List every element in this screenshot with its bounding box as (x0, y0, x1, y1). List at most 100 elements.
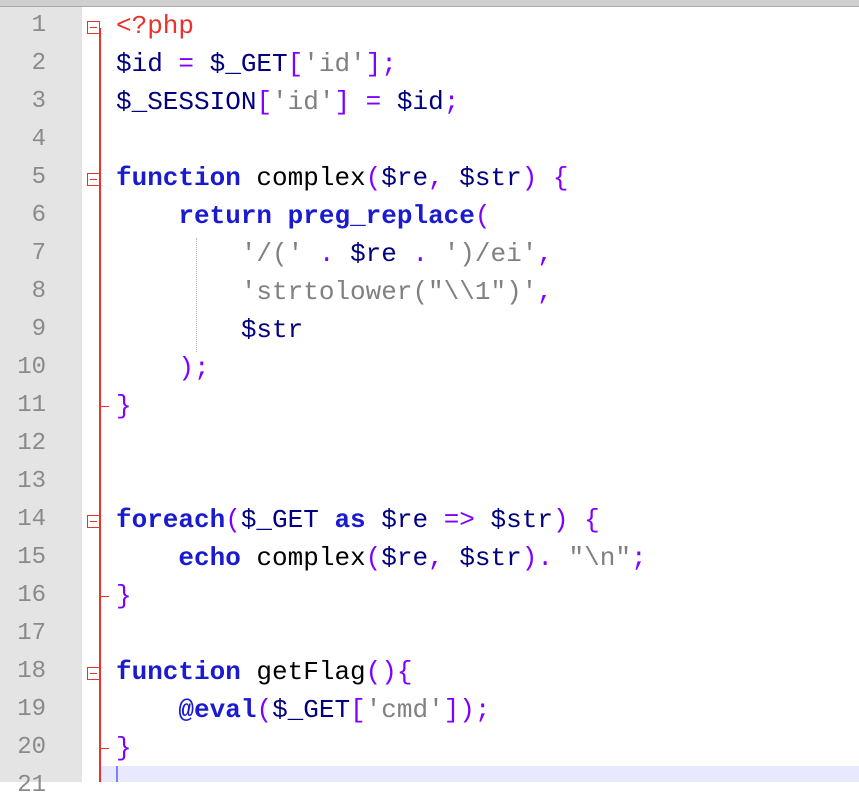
line-number: 19 (17, 696, 46, 723)
code-line[interactable]: 12 (0, 425, 859, 463)
code-line[interactable]: 13 (0, 463, 859, 501)
line-number: 14 (17, 506, 46, 533)
code-token: ( (474, 201, 491, 231)
fold-toggle-icon[interactable] (87, 173, 100, 186)
code-token: } (116, 733, 132, 763)
code-line[interactable]: 14 foreach($_GET as $re => $str) { (0, 501, 859, 539)
line-number: 8 (31, 278, 46, 305)
code-token: <?php (116, 11, 195, 41)
code-text[interactable]: function complex($re, $str) { (116, 159, 569, 197)
code-token: as (334, 505, 366, 535)
code-line[interactable]: 16} (0, 577, 859, 615)
code-line[interactable]: 7 '/(' . $re . ')/ei', (0, 235, 859, 273)
tab-bar-edge (0, 0, 859, 7)
code-text[interactable]: $_SESSION['id'] = $id; (116, 83, 459, 121)
code-token: $re (381, 543, 429, 573)
code-token: . (396, 239, 444, 269)
code-token: [ (287, 49, 304, 79)
code-line[interactable]: 2 $id = $_GET['id']; (0, 45, 859, 83)
code-text[interactable]: } (116, 577, 132, 615)
line-number: 7 (31, 240, 46, 267)
line-number: 10 (17, 354, 46, 381)
code-line[interactable]: 9 $str (0, 311, 859, 349)
code-line[interactable]: 19 @eval($_GET['cmd']); (0, 691, 859, 729)
code-text[interactable]: $id = $_GET['id']; (116, 45, 397, 83)
code-token: = (162, 49, 210, 79)
fold-end-marker (100, 406, 109, 407)
code-token: ]); (443, 695, 491, 725)
line-number: 15 (17, 544, 46, 571)
line-number: 17 (17, 620, 46, 647)
code-token: => (428, 505, 491, 535)
code-text[interactable]: foreach($_GET as $re => $str) { (116, 501, 600, 539)
code-token: ; (443, 87, 460, 117)
code-token: ; (630, 543, 647, 573)
code-line[interactable]: 17 (0, 615, 859, 653)
code-token: [ (350, 695, 366, 725)
code-token: ). (521, 543, 569, 573)
code-line[interactable]: 4 (0, 121, 859, 159)
code-token: ) { (521, 163, 569, 193)
line-number: 4 (31, 126, 46, 153)
code-line[interactable]: 5 function complex($re, $str) { (0, 159, 859, 197)
code-line[interactable]: 10 ); (0, 349, 859, 387)
code-token: (){ (365, 657, 413, 687)
code-line[interactable]: 11} (0, 387, 859, 425)
code-text[interactable]: <?php (116, 7, 194, 45)
code-token: function (116, 657, 241, 687)
code-token: [ (256, 87, 273, 117)
code-text[interactable]: return preg_replace( (116, 197, 491, 235)
code-token: 'id' (272, 87, 335, 117)
code-text[interactable]: $str (116, 311, 303, 349)
code-token: $str (490, 505, 553, 535)
code-token: return (178, 201, 273, 231)
code-token: @ (178, 695, 195, 725)
code-text[interactable]: } (116, 729, 132, 767)
code-token: function (116, 163, 241, 193)
code-token: $_GET (272, 695, 351, 725)
line-number: 11 (17, 392, 46, 419)
line-number: 18 (17, 658, 46, 685)
code-token: getFlag (240, 657, 366, 687)
fold-toggle-icon[interactable] (87, 21, 100, 34)
code-text[interactable]: echo complex($re, $str). "\n"; (116, 539, 647, 577)
code-text[interactable]: 'strtolower("\\1")', (116, 273, 553, 311)
code-token: } (116, 581, 132, 611)
code-token: eval (194, 695, 257, 725)
code-token: , (537, 277, 553, 307)
line-number: 3 (31, 88, 46, 115)
code-token: "\n" (568, 543, 631, 573)
code-token: $id (396, 87, 444, 117)
code-text[interactable]: function getFlag(){ (116, 653, 412, 691)
code-token: $id (116, 49, 163, 79)
code-text[interactable]: ); (116, 349, 210, 387)
line-number: 12 (17, 430, 46, 457)
code-token: ] = (334, 87, 397, 117)
code-line[interactable]: 6 return preg_replace( (0, 197, 859, 235)
code-line[interactable]: 21 (0, 767, 859, 805)
code-token: , (428, 543, 460, 573)
code-token: ); (178, 353, 210, 383)
code-line[interactable]: 8 'strtolower("\\1")', (0, 273, 859, 311)
line-number: 16 (17, 582, 46, 609)
code-token: 'strtolower("\\1")' (240, 277, 538, 307)
code-line[interactable]: 15 echo complex($re, $str). "\n"; (0, 539, 859, 577)
line-number: 6 (31, 202, 46, 229)
code-line[interactable]: 1 <?php (0, 7, 859, 45)
code-token: ( (365, 163, 382, 193)
code-line[interactable]: 3 $_SESSION['id'] = $id; (0, 83, 859, 121)
line-number: 20 (17, 734, 46, 761)
code-line[interactable]: 18 function getFlag(){ (0, 653, 859, 691)
code-line[interactable]: 20} (0, 729, 859, 767)
code-text[interactable]: '/(' . $re . ')/ei', (116, 235, 553, 273)
code-text[interactable]: @eval($_GET['cmd']); (116, 691, 491, 729)
code-text[interactable]: } (116, 387, 132, 425)
fold-toggle-icon[interactable] (87, 667, 100, 680)
fold-toggle-icon[interactable] (87, 515, 100, 528)
code-token: ) { (552, 505, 600, 535)
line-number: 13 (17, 468, 46, 495)
